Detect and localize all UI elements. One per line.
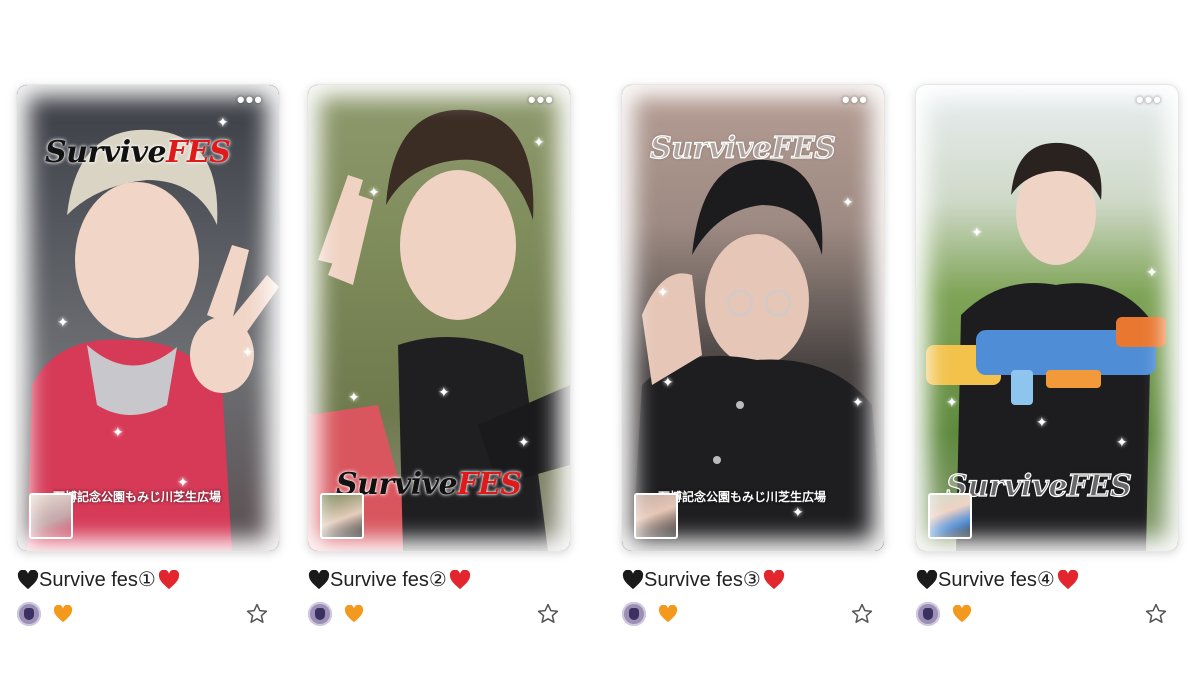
mini-avatar-thumbnail bbox=[29, 493, 73, 539]
user-avatar[interactable] bbox=[916, 602, 940, 626]
post-thumbnail[interactable]: SurviveFES ✦ ✦ ✦ ✦ ✦ ••• bbox=[916, 85, 1178, 551]
post-title-row[interactable]: Survive fes③ bbox=[622, 567, 785, 592]
post-title: Survive fes① bbox=[39, 569, 156, 591]
post-card[interactable]: SurviveFES ✦ ✦ ✦ ✦ ✦ ••• Survive fes④ bbox=[916, 85, 1182, 626]
sparkle-decoration: ✦ bbox=[1036, 414, 1048, 430]
sparkle-decoration: ✦ bbox=[852, 394, 864, 410]
sparkle-decoration: ✦ bbox=[112, 424, 124, 440]
sparkle-decoration: ✦ bbox=[842, 194, 854, 210]
mini-avatar-thumbnail bbox=[634, 493, 678, 539]
location-label: 万博記念公園もみじ川芝生広場 bbox=[53, 490, 222, 504]
post-thumbnail[interactable]: SurviveFES 万博記念公園もみじ川芝生広場 ✦ ✦ ✦ ✦ ✦ ••• bbox=[622, 85, 884, 551]
more-options-icon[interactable]: ••• bbox=[1136, 89, 1162, 111]
sparkle-decoration: ✦ bbox=[348, 389, 360, 405]
sparkle-decoration: ✦ bbox=[971, 224, 983, 240]
sparkle-decoration: ✦ bbox=[368, 184, 380, 200]
post-card[interactable]: SurviveFES ✦ ✦ ✦ ✦ ✦ ••• Survive fes② bbox=[308, 85, 574, 626]
sparkle-decoration: ✦ bbox=[792, 504, 804, 520]
post-meta bbox=[622, 602, 884, 630]
mini-avatar-thumbnail bbox=[320, 493, 364, 539]
post-title-row[interactable]: Survive fes④ bbox=[916, 567, 1079, 592]
user-avatar[interactable] bbox=[17, 602, 41, 626]
sparkle-decoration: ✦ bbox=[438, 384, 450, 400]
user-avatar[interactable] bbox=[308, 602, 332, 626]
black-heart-icon bbox=[17, 569, 39, 589]
location-label: 万博記念公園もみじ川芝生広場 bbox=[658, 490, 827, 504]
post-meta bbox=[916, 602, 1178, 630]
star-outline-icon[interactable] bbox=[245, 602, 269, 626]
sparkle-decoration: ✦ bbox=[1116, 434, 1128, 450]
red-heart-icon bbox=[449, 569, 470, 589]
user-avatar[interactable] bbox=[622, 602, 646, 626]
post-title: Survive fes③ bbox=[644, 569, 761, 591]
mini-avatar-thumbnail bbox=[928, 493, 972, 539]
more-options-icon[interactable]: ••• bbox=[237, 89, 263, 111]
star-outline-icon[interactable] bbox=[536, 602, 560, 626]
sparkle-decoration: ✦ bbox=[657, 284, 669, 300]
post-thumbnail[interactable]: SurviveFES ✦ ✦ ✦ ✦ ✦ ••• bbox=[308, 85, 570, 551]
post-thumbnail[interactable]: SurviveFES 万博記念公園もみじ川芝生広場 ✦ ✦ ✦ ✦ ✦ ••• bbox=[17, 85, 279, 551]
post-meta bbox=[17, 602, 279, 630]
sparkle-decoration: ✦ bbox=[662, 374, 674, 390]
sparkle-decoration: ✦ bbox=[1146, 264, 1158, 280]
sparkle-decoration: ✦ bbox=[57, 314, 69, 330]
survive-fes-logo: SurviveFES bbox=[649, 130, 836, 166]
sparkle-decoration: ✦ bbox=[177, 474, 189, 490]
sparkle-decoration: ✦ bbox=[217, 114, 229, 130]
sparkle-decoration: ✦ bbox=[946, 394, 958, 410]
black-heart-icon bbox=[916, 569, 938, 589]
sparkle-decoration: ✦ bbox=[518, 434, 530, 450]
red-heart-icon bbox=[763, 569, 784, 589]
post-title-row[interactable]: Survive fes② bbox=[308, 567, 471, 592]
survive-fes-logo: SurviveFES bbox=[945, 468, 1132, 504]
black-heart-icon bbox=[308, 569, 330, 589]
orange-heart-icon[interactable] bbox=[952, 605, 972, 623]
star-outline-icon[interactable] bbox=[1144, 602, 1168, 626]
post-card[interactable]: SurviveFES 万博記念公園もみじ川芝生広場 ✦ ✦ ✦ ✦ ✦ ••• … bbox=[622, 85, 888, 626]
survive-fes-logo: SurviveFES bbox=[45, 135, 231, 170]
post-title-row[interactable]: Survive fes① bbox=[17, 567, 180, 592]
orange-heart-icon[interactable] bbox=[53, 605, 73, 623]
red-heart-icon bbox=[1057, 569, 1078, 589]
sparkle-decoration: ✦ bbox=[242, 344, 254, 360]
more-options-icon[interactable]: ••• bbox=[528, 89, 554, 111]
red-heart-icon bbox=[158, 569, 179, 589]
more-options-icon[interactable]: ••• bbox=[842, 89, 868, 111]
post-title: Survive fes② bbox=[330, 569, 447, 591]
post-title: Survive fes④ bbox=[938, 569, 1055, 591]
orange-heart-icon[interactable] bbox=[344, 605, 364, 623]
sparkle-decoration: ✦ bbox=[533, 134, 545, 150]
star-outline-icon[interactable] bbox=[850, 602, 874, 626]
black-heart-icon bbox=[622, 569, 644, 589]
orange-heart-icon[interactable] bbox=[658, 605, 678, 623]
post-meta bbox=[308, 602, 570, 630]
post-card[interactable]: SurviveFES 万博記念公園もみじ川芝生広場 ✦ ✦ ✦ ✦ ✦ ••• … bbox=[17, 85, 283, 626]
